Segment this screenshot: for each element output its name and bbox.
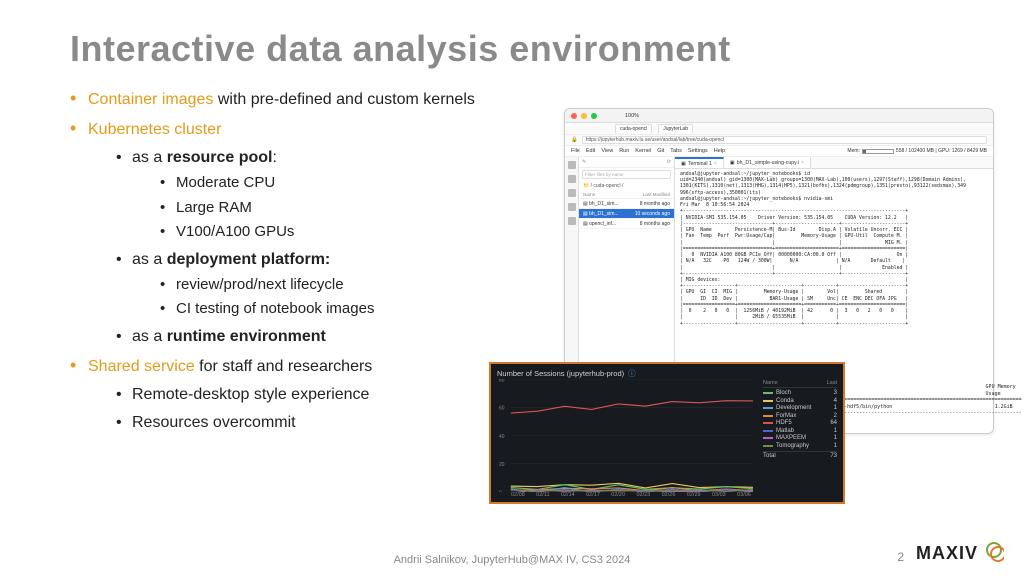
menu-help: Help <box>714 148 725 154</box>
jupyter-menubar: File Edit View Run Kernel Git Tabs Settings Help… <box>565 146 993 157</box>
file-row: ▤ bh_D1_sim...10 seconds ago <box>579 209 674 219</box>
close-icon <box>571 113 577 119</box>
bullet-2-sub1: as a resource pool: Moderate CPU Large R… <box>116 146 530 244</box>
slide-title: Interactive data analysis environment <box>70 28 964 70</box>
menu-tabs: Tabs <box>670 148 682 154</box>
b2s1c: V100/A100 GPUs <box>160 221 530 244</box>
maxiv-logo: MAXIV <box>916 539 1004 570</box>
b2s1a: Moderate CPU <box>160 172 530 195</box>
x-axis-ticks: 02/0802/1102/1402/1702/2002/2302/2602/29… <box>497 492 753 500</box>
lock-icon: 🔒 <box>571 137 578 143</box>
bullet-1: Container images with pre-defined and cu… <box>70 88 530 112</box>
folder-icon <box>568 161 576 169</box>
svg-text:60: 60 <box>499 405 505 411</box>
svg-text:80: 80 <box>499 379 505 383</box>
b2s1b: Large RAM <box>160 197 530 220</box>
menu-kernel: Kernel <box>635 148 651 154</box>
memory-bar <box>862 149 894 154</box>
browser-tab-2: JupyterLab <box>658 124 693 133</box>
url-text: https://jupyterhub.maxiv.lu.se/user/ands… <box>582 136 987 144</box>
b3s2: Resources overcommit <box>116 411 530 435</box>
file-filter: Filter files by name <box>582 170 671 179</box>
bullet-list-column: Container images with pre-defined and cu… <box>70 88 530 441</box>
zoom-label: 100% <box>625 113 639 119</box>
svg-text:MAXIV: MAXIV <box>916 543 978 563</box>
info-icon: ⓘ <box>628 368 636 379</box>
bullet-2-sub2: as a deployment platform: review/prod/ne… <box>116 248 530 321</box>
svg-text:20: 20 <box>499 462 505 468</box>
maximize-icon <box>591 113 597 119</box>
toc-icon <box>568 203 576 211</box>
window-chrome: 100% <box>565 109 993 123</box>
b2s2a: review/prod/next lifecycle <box>160 274 530 297</box>
bullet-2-sub3: as a runtime environment <box>116 325 530 349</box>
menu-edit: Edit <box>586 148 595 154</box>
legend-row: Bloch3 <box>763 390 837 396</box>
bullet-2: Kubernetes cluster as a resource pool: M… <box>70 118 530 349</box>
extensions-icon <box>568 217 576 225</box>
gpu-memory-block: GPU Memory Usage =======================… <box>826 384 992 417</box>
menu-git: Git <box>657 148 664 154</box>
grafana-title: Number of Sessions (jupyterhub-prod) ⓘ <box>497 368 753 379</box>
bullet-3-highlight: Shared service <box>88 358 195 375</box>
legend-total: Total 73 <box>763 451 837 459</box>
b3s1: Remote-desktop style experience <box>116 383 530 407</box>
bullet-1-highlight: Container images <box>88 91 213 108</box>
editor-tab: ▣bh_D1_simple-using-cupy.i× <box>724 157 811 168</box>
minimize-icon <box>581 113 587 119</box>
svg-text:40: 40 <box>499 433 505 439</box>
browser-tab-1: cuda-opencl <box>615 124 652 133</box>
sessions-line-chart: 806040200 <box>497 379 753 492</box>
b2s2b: CI testing of notebook images <box>160 298 530 321</box>
menu-file: File <box>571 148 580 154</box>
menu-view: View <box>601 148 613 154</box>
git-icon <box>568 189 576 197</box>
running-icon <box>568 175 576 183</box>
editor-tabs: ▣Terminal 1×▣bh_D1_simple-using-cupy.i× <box>675 157 993 169</box>
grafana-legend: NameLast Bloch3Conda4Development1ForMax2… <box>759 364 843 502</box>
menu-settings: Settings <box>688 148 708 154</box>
legend-row: Matlab1 <box>763 428 837 434</box>
file-row: ▤ bh_D1_sim...8 months ago <box>579 199 674 209</box>
bullet-3-rest: for staff and researchers <box>195 358 373 375</box>
url-bar: 🔒 https://jupyterhub.maxiv.lu.se/user/an… <box>565 135 993 146</box>
bullet-3: Shared service for staff and researchers… <box>70 355 530 435</box>
legend-row: ForMax2 <box>763 413 837 419</box>
legend-row: Tomography1 <box>763 443 837 449</box>
memory-indicator: Mem: 558 / 102400 MB | GPU: 1269 / 8429 … <box>847 148 987 154</box>
editor-tab: ▣Terminal 1× <box>675 157 724 168</box>
legend-row: MAXPEEM1 <box>763 435 837 441</box>
file-row: ▤ opencl_inf...8 months ago <box>579 219 674 229</box>
bullet-2-highlight: Kubernetes cluster <box>88 121 221 138</box>
menu-run: Run <box>619 148 629 154</box>
bullet-1-rest: with pre-defined and custom kernels <box>213 91 474 108</box>
breadcrumb: 📁 / cuda-opencl / <box>579 181 674 191</box>
slide-footer: Andrii Salnikov, JupyterHub@MAX IV, CS3 … <box>0 554 1024 566</box>
legend-row: Conda4 <box>763 398 837 404</box>
grafana-chart-area: Number of Sessions (jupyterhub-prod) ⓘ 8… <box>491 364 759 502</box>
grafana-panel: Number of Sessions (jupyterhub-prod) ⓘ 8… <box>489 362 845 504</box>
legend-row: Development1 <box>763 405 837 411</box>
legend-row: HDF564 <box>763 420 837 426</box>
page-number: 2 <box>897 550 904 564</box>
browser-tabbar: cuda-opencl JupyterLab <box>565 123 993 135</box>
slide: Interactive data analysis environment Co… <box>0 0 1024 576</box>
